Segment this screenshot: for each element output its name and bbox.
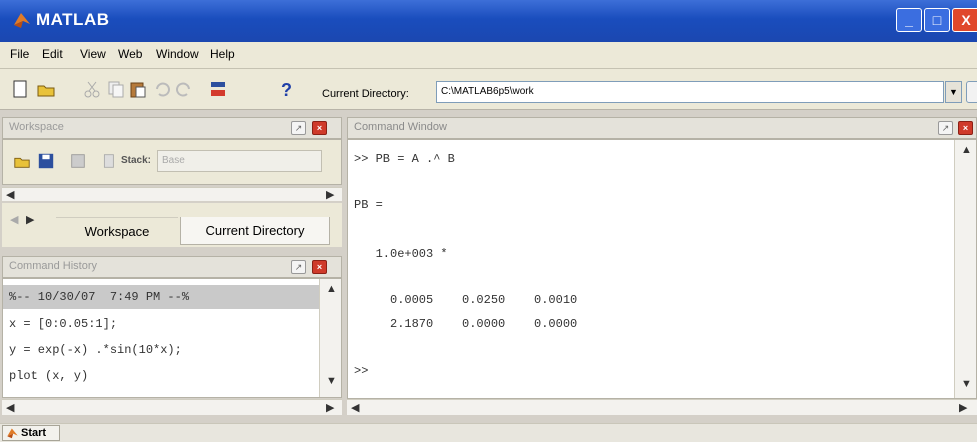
workspace-header: Workspace ↗ × — [2, 117, 342, 139]
command-line: 1.0e+003 * — [354, 247, 448, 261]
command-window-header: Command Window ↗ × — [347, 117, 977, 139]
scroll-right-icon[interactable]: ▶ — [326, 188, 334, 201]
menu-window[interactable]: Window — [156, 47, 199, 61]
history-line[interactable]: x = [0:0.05:1]; — [9, 317, 117, 331]
close-button[interactable]: X — [952, 8, 977, 32]
tab-workspace-label: Workspace — [84, 224, 150, 239]
array-editor-icon[interactable] — [69, 152, 87, 170]
command-undock-icon[interactable]: ↗ — [938, 121, 953, 135]
maximize-icon: □ — [932, 12, 942, 28]
history-hscroll[interactable]: ◀ ▶ — [2, 399, 342, 415]
command-line: 2.1870 0.0000 0.0000 — [354, 317, 578, 331]
open-folder-icon[interactable] — [36, 79, 56, 99]
help-icon[interactable]: ? — [276, 79, 296, 99]
workspace-toolbar: Stack: Base — [2, 139, 342, 185]
stack-value: Base — [162, 155, 185, 166]
menu-help[interactable]: Help — [210, 47, 235, 61]
menu-file[interactable]: File — [10, 47, 29, 61]
command-prompt[interactable]: >> — [354, 364, 368, 378]
scroll-down-icon[interactable]: ▼ — [961, 378, 972, 390]
delete-icon[interactable] — [99, 152, 117, 170]
workspace-close-icon[interactable]: × — [312, 121, 327, 135]
taskbar: Start — [0, 423, 977, 442]
tab-current-directory[interactable]: Current Directory — [180, 217, 330, 245]
cut-icon[interactable] — [82, 79, 102, 99]
window-title: MATLAB — [36, 10, 110, 29]
history-line[interactable]: plot (x, y) — [9, 369, 88, 383]
title-bar: MATLAB _ □ X — [0, 0, 977, 42]
scroll-left-icon[interactable]: ◀ — [6, 188, 14, 201]
history-vscroll[interactable]: ▲ ▼ — [319, 279, 341, 397]
open-icon[interactable] — [13, 152, 31, 170]
command-line: >> PB = A .^ B — [354, 152, 455, 166]
scroll-up-icon[interactable]: ▲ — [326, 283, 337, 295]
undock-icon[interactable]: ↗ — [291, 121, 306, 135]
history-pane: %-- 10/30/07 7:49 PM --% x = [0:0.05:1];… — [2, 278, 342, 398]
tab-current-directory-label: Current Directory — [205, 223, 305, 238]
history-undock-icon[interactable]: ↗ — [291, 260, 306, 274]
paste-icon[interactable] — [128, 79, 148, 99]
history-title: Command History — [9, 260, 98, 272]
history-close-icon[interactable]: × — [312, 260, 327, 274]
maximize-button[interactable]: □ — [924, 8, 950, 32]
undo-icon[interactable] — [152, 79, 172, 99]
menu-edit[interactable]: Edit — [42, 47, 63, 61]
matlab-logo-icon — [7, 428, 18, 439]
command-window-pane[interactable]: >> PB = A .^ B PB = 1.0e+003 * 0.0005 0.… — [347, 139, 977, 399]
scroll-right-icon[interactable]: ▶ — [959, 401, 967, 414]
history-line[interactable]: %-- 10/30/07 7:49 PM --% — [9, 290, 189, 304]
history-line[interactable]: y = exp(-x) .*sin(10*x); — [9, 343, 182, 357]
history-header: Command History ↗ × — [2, 256, 342, 278]
new-file-icon[interactable] — [10, 79, 30, 99]
menu-view[interactable]: View — [80, 47, 106, 61]
current-directory-dropdown[interactable]: ▼ — [945, 81, 962, 103]
scroll-left-icon[interactable]: ◀ — [351, 401, 359, 414]
matlab-logo-icon — [14, 13, 30, 28]
command-hscroll[interactable]: ◀ ▶ — [347, 399, 977, 415]
svg-text:?: ? — [281, 80, 292, 99]
tab-next-icon[interactable]: ▶ — [26, 213, 34, 226]
scroll-down-icon[interactable]: ▼ — [326, 375, 337, 387]
scroll-right-icon[interactable]: ▶ — [326, 401, 334, 414]
copy-icon[interactable] — [106, 79, 126, 99]
workspace-hscroll[interactable]: ◀ ▶ — [2, 187, 342, 201]
menu-bar: File Edit View Web Window Help — [0, 42, 977, 69]
current-directory-field[interactable]: C:\MATLAB6p5\work — [436, 81, 944, 103]
command-window-title: Command Window — [354, 121, 447, 133]
stack-select[interactable]: Base — [157, 150, 322, 172]
start-button[interactable]: Start — [2, 425, 60, 441]
scroll-up-icon[interactable]: ▲ — [961, 144, 972, 156]
command-line: PB = — [354, 198, 383, 212]
simulink-icon[interactable] — [208, 79, 228, 99]
tab-prev-icon[interactable]: ◀ — [10, 213, 18, 226]
minimize-icon: _ — [905, 12, 913, 28]
redo-icon[interactable] — [174, 79, 194, 99]
command-line: 0.0005 0.0250 0.0010 — [354, 293, 578, 307]
start-label: Start — [21, 427, 47, 439]
chevron-down-icon: ▼ — [949, 87, 958, 97]
tab-workspace[interactable]: Workspace — [56, 217, 178, 245]
browse-button[interactable] — [966, 81, 977, 103]
command-close-icon[interactable]: × — [958, 121, 973, 135]
menu-web[interactable]: Web — [118, 47, 142, 61]
close-icon: X — [961, 12, 971, 28]
save-icon[interactable] — [37, 152, 55, 170]
scroll-left-icon[interactable]: ◀ — [6, 401, 14, 414]
minimize-button[interactable]: _ — [896, 8, 922, 32]
workspace-title: Workspace — [9, 121, 64, 133]
stack-label: Stack: — [121, 155, 152, 166]
current-directory-label: Current Directory: — [322, 88, 409, 100]
command-vscroll[interactable]: ▲ ▼ — [954, 140, 976, 398]
